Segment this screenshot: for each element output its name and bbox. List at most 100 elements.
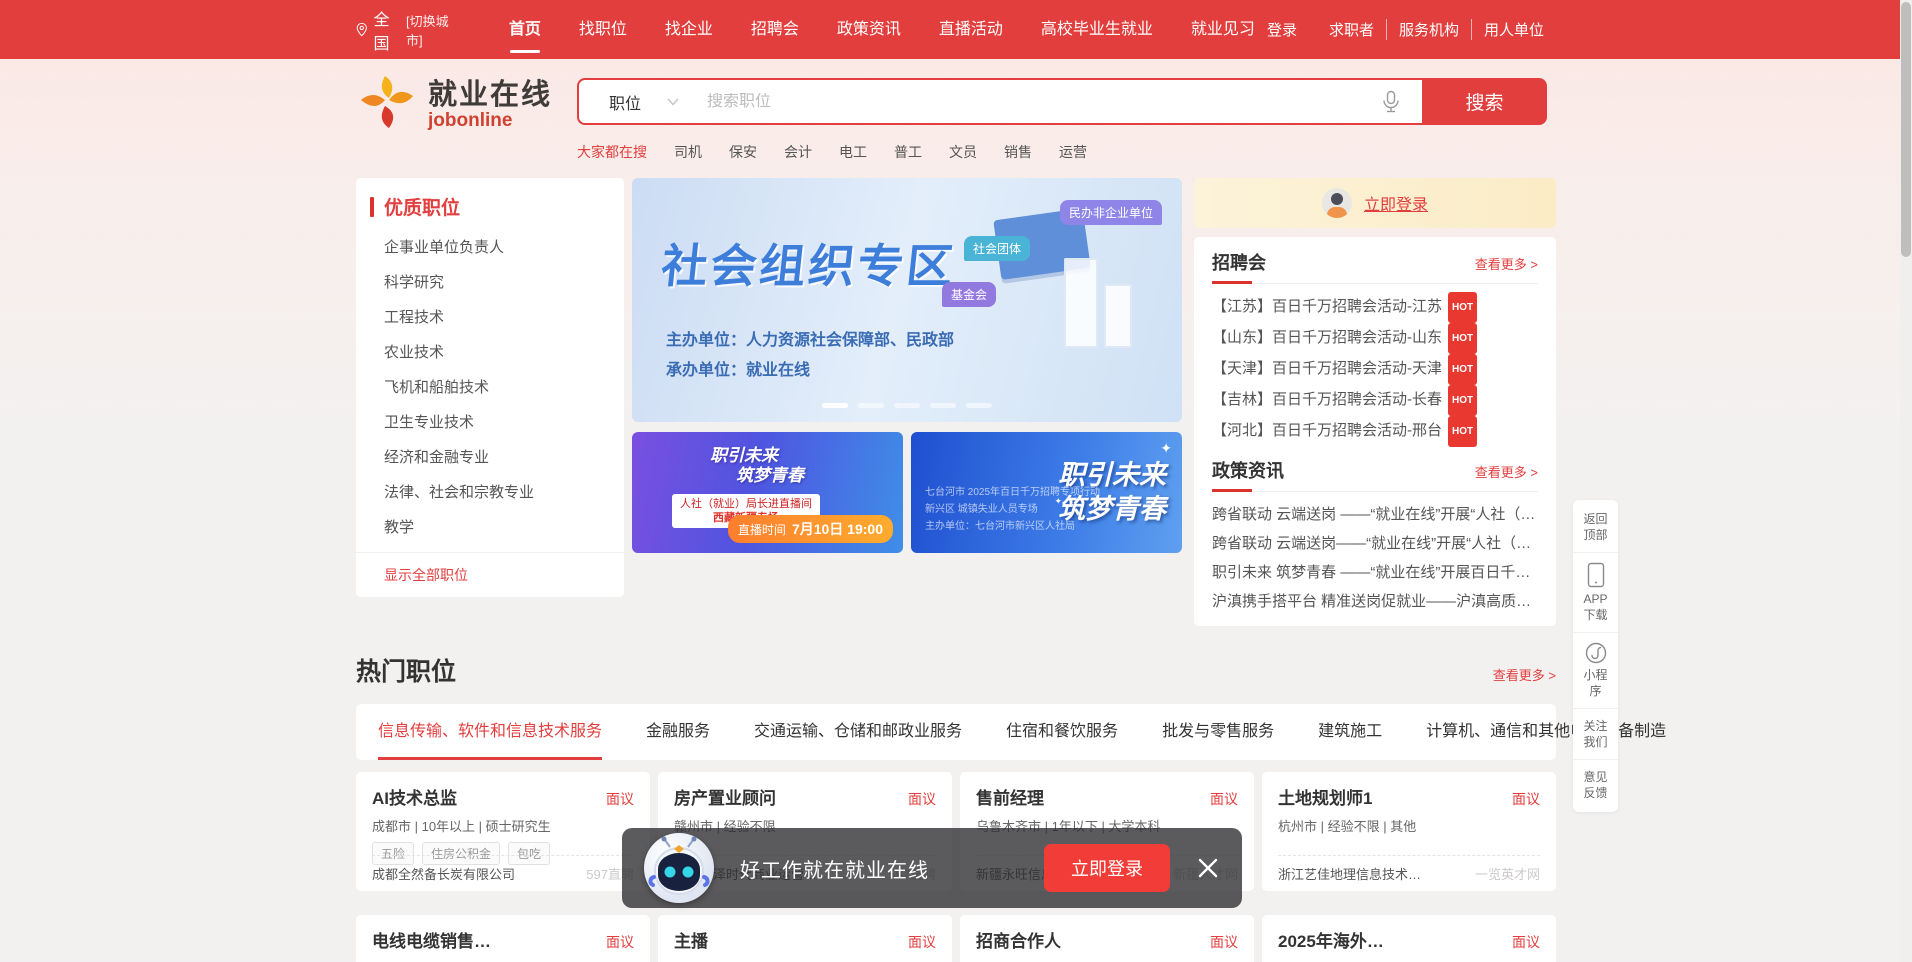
back-to-top-button[interactable]: 返回顶部 xyxy=(1573,502,1618,552)
carousel-dot[interactable] xyxy=(930,403,956,408)
popup-message: 好工作就在就业在线 xyxy=(740,854,929,883)
carousel-dot[interactable] xyxy=(894,403,920,408)
logo-icon xyxy=(356,74,418,130)
sidebar-item-agriculture[interactable]: 农业技术 xyxy=(356,334,624,369)
salary-label: 面议 xyxy=(908,789,936,809)
nav-item-graduate-employment[interactable]: 高校毕业生就业 xyxy=(1041,0,1153,59)
hot-tag-sales[interactable]: 销售 xyxy=(1004,142,1032,162)
sparkle-icon: ✦ xyxy=(1160,440,1172,457)
jobfair-item[interactable]: 【天津】百日千万招聘会活动-天津HOT xyxy=(1212,354,1538,385)
scrollbar-track[interactable] xyxy=(1900,0,1912,962)
nav-item-job-fairs[interactable]: 招聘会 xyxy=(751,0,799,59)
tab-transport-logistics[interactable]: 交通运输、仓储和邮政业服务 xyxy=(754,704,962,760)
hot-search-label: 大家都在搜 xyxy=(577,142,647,162)
sidebar-item-health[interactable]: 卫生专业技术 xyxy=(356,404,624,439)
job-card-cable-sales[interactable]: 电线电缆销售…面议 北辰区 | 其他 天津市万顺兴业线缆有…一览英才网 xyxy=(356,915,650,962)
popup-login-button[interactable]: 立即登录 xyxy=(1044,844,1170,892)
hot-tag-guard[interactable]: 保安 xyxy=(729,142,757,162)
mini-program-button[interactable]: 小程序 xyxy=(1573,632,1618,708)
hot-tag-clerk[interactable]: 文员 xyxy=(949,142,977,162)
policy-item[interactable]: 沪滇携手搭平台 精准送岗促就业——沪滇高质量就… xyxy=(1212,587,1538,616)
hot-tag-accountant[interactable]: 会计 xyxy=(784,142,812,162)
industry-tabs: 信息传输、软件和信息技术服务 金融服务 交通运输、仓储和邮政业服务 住宿和餐饮服… xyxy=(356,704,1556,760)
tab-wholesale-retail[interactable]: 批发与零售服务 xyxy=(1162,704,1274,760)
tab-hospitality[interactable]: 住宿和餐饮服务 xyxy=(1006,704,1118,760)
job-card-livestream-host[interactable]: 主播面议 经验不限 包住加班补助 天爵传媒有限公司洛阳…597直聘 xyxy=(658,915,952,962)
promo-banner-live-broadcast[interactable]: 职引未来 筑梦青春 人社（就业）局长进直播间 西藏新疆专场 直播时间 7月10日… xyxy=(632,432,903,553)
tab-construction[interactable]: 建筑施工 xyxy=(1318,704,1382,760)
banner-organizer-line: 主办单位：人力资源社会保障部、民政部 xyxy=(666,326,954,350)
floating-side-toolbar: 返回顶部 APP下载 小程序 关注我们 意见反馈 xyxy=(1573,500,1618,812)
banner-bubble-foundation: 基金会 xyxy=(942,282,996,307)
login-link[interactable]: 登录 xyxy=(1255,19,1317,40)
salary-label: 面议 xyxy=(606,932,634,952)
jobfair-item[interactable]: 【河北】百日千万招聘会活动-邢台HOT xyxy=(1212,416,1538,447)
app-download-button[interactable]: APP下载 xyxy=(1573,552,1618,632)
search-category-dropdown[interactable]: 职位 xyxy=(593,90,689,114)
main-nav: 首页 找职位 找企业 招聘会 政策资讯 直播活动 高校毕业生就业 就业见习 xyxy=(509,0,1255,59)
tab-finance[interactable]: 金融服务 xyxy=(646,704,710,760)
hot-tag-electrician[interactable]: 电工 xyxy=(839,142,867,162)
policy-more-link[interactable]: 查看更多 > xyxy=(1475,462,1538,481)
policy-item[interactable]: 跨省联动 云端送岗 ——“就业在线”开展“人社（就业… xyxy=(1212,500,1538,529)
employer-link[interactable]: 用人单位 xyxy=(1471,19,1556,40)
nav-item-internship[interactable]: 就业见习 xyxy=(1191,0,1255,59)
info-panel: 招聘会 查看更多 > 【江苏】百日千万招聘会活动-江苏HOT 【山东】百日千万招… xyxy=(1194,237,1556,626)
nav-item-policy-news[interactable]: 政策资讯 xyxy=(837,0,901,59)
tab-information-technology[interactable]: 信息传输、软件和信息技术服务 xyxy=(378,704,602,760)
jobfair-item[interactable]: 【吉林】百日千万招聘会活动-长春HOT xyxy=(1212,385,1538,416)
login-now-link[interactable]: 立即登录 xyxy=(1364,191,1428,215)
job-card-investment-partner[interactable]: 招商合作人面议 茂名市 | 经验不限 五险 茂名海文影视传媒有限…597直聘 xyxy=(960,915,1254,962)
nav-item-find-companies[interactable]: 找企业 xyxy=(665,0,713,59)
hot-jobs-more-link[interactable]: 查看更多 > xyxy=(1493,665,1556,684)
tab-electronics-manufacturing[interactable]: 计算机、通信和其他电子设备制造 xyxy=(1426,704,1666,760)
policy-item[interactable]: 跨省联动 云端送岗——“就业在线”开展“人社（就业… xyxy=(1212,529,1538,558)
hot-tag-driver[interactable]: 司机 xyxy=(674,142,702,162)
scrollbar-thumb[interactable] xyxy=(1901,2,1911,257)
carousel-dot[interactable] xyxy=(858,403,884,408)
sidebar-item-aircraft-ship[interactable]: 飞机和船舶技术 xyxy=(356,369,624,404)
source-site: 一览英才网 xyxy=(1475,864,1540,883)
jobfair-item[interactable]: 【江苏】百日千万招聘会活动-江苏HOT xyxy=(1212,292,1538,323)
follow-us-button[interactable]: 关注我们 xyxy=(1573,708,1618,759)
location-label[interactable]: 全国 xyxy=(374,6,400,54)
sidebar-item-enterprise-leaders[interactable]: 企事业单位负责人 xyxy=(356,229,624,264)
location-selector[interactable]: 全国 [切换城市] xyxy=(356,6,455,54)
search-input[interactable] xyxy=(707,93,1374,111)
nav-item-live-events[interactable]: 直播活动 xyxy=(939,0,1003,59)
jobfair-more-link[interactable]: 查看更多 > xyxy=(1475,254,1538,273)
feedback-button[interactable]: 意见反馈 xyxy=(1573,759,1618,810)
nav-item-find-jobs[interactable]: 找职位 xyxy=(579,0,627,59)
carousel-dot[interactable] xyxy=(822,403,848,408)
carousel-dot[interactable] xyxy=(966,403,992,408)
jobfair-item[interactable]: 【山东】百日千万招聘会活动-山东HOT xyxy=(1212,323,1538,354)
hot-badge: HOT xyxy=(1448,323,1477,354)
voice-search-icon[interactable] xyxy=(1382,90,1400,114)
search-button[interactable]: 搜索 xyxy=(1422,78,1547,125)
promo-banner-qitaihe[interactable]: ✦ ✦ 职引未来 筑梦青春 七台河市 2025年百日千万招聘专项行动 新兴区 城… xyxy=(911,432,1182,553)
sidebar-item-economics-finance[interactable]: 经济和金融专业 xyxy=(356,439,624,474)
login-prompt-card: 立即登录 xyxy=(1194,178,1556,228)
jobseeker-link[interactable]: 求职者 xyxy=(1317,19,1386,40)
sidebar-item-teaching[interactable]: 教学 xyxy=(356,509,624,544)
job-card-ai-director[interactable]: AI技术总监面议 成都市 | 10年以上 | 硕士研究生 五险住房公积金包吃 成… xyxy=(356,772,650,891)
hot-tag-operations[interactable]: 运营 xyxy=(1059,142,1087,162)
page-header: 就业在线 jobonline 职位 搜索 大家都在搜 司机 保安 会计 电工 普… xyxy=(356,59,1556,962)
job-card-2025-overseas[interactable]: 2025年海外…面议 杭州市 | 经验不限 | 博士研究生 之江实验室浙江省人才… xyxy=(1262,915,1556,962)
job-card-land-planner[interactable]: 土地规划师1面议 杭州市 | 经验不限 | 其他 浙江艺佳地理信息技术…一览英才… xyxy=(1262,772,1556,891)
banner-bubble-private-non-enterprise: 民办非企业单位 xyxy=(1060,200,1162,225)
sidebar-item-law-religion[interactable]: 法律、社会和宗教专业 xyxy=(356,474,624,509)
hero-carousel-banner[interactable]: 社会组织专区 主办单位：人力资源社会保障部、民政部 承办单位：就业在线 社会团体… xyxy=(632,178,1182,422)
switch-city-link[interactable]: [切换城市] xyxy=(406,11,455,49)
sidebar-item-science-research[interactable]: 科学研究 xyxy=(356,264,624,299)
sidebar-item-engineering[interactable]: 工程技术 xyxy=(356,299,624,334)
close-icon[interactable] xyxy=(1196,856,1220,880)
carousel-dots xyxy=(822,403,992,408)
nav-item-home[interactable]: 首页 xyxy=(509,0,541,59)
hot-tag-worker[interactable]: 普工 xyxy=(894,142,922,162)
robot-mascot-icon xyxy=(644,833,714,903)
site-logo[interactable]: 就业在线 jobonline xyxy=(356,71,577,132)
show-all-jobs-link[interactable]: 显示全部职位 xyxy=(356,557,624,587)
agency-link[interactable]: 服务机构 xyxy=(1386,19,1471,40)
policy-item[interactable]: 职引未来 筑梦青春 ——“就业在线”开展百日千万专… xyxy=(1212,558,1538,587)
